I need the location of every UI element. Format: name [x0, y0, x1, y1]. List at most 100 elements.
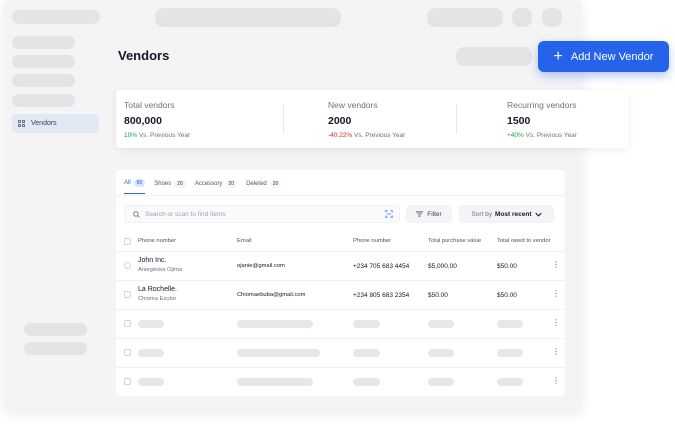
vendor-name: La Rochelle. — [138, 286, 177, 293]
page-title: Vendors — [118, 48, 170, 63]
row-checkbox[interactable] — [124, 349, 131, 356]
search-icon — [133, 210, 140, 218]
vendor-phone: +234 805 683 2354 — [353, 292, 410, 299]
tab-deleted[interactable]: Deleted 20 — [246, 179, 282, 194]
search-input[interactable]: Search or scan to find items — [124, 205, 400, 223]
sidebar-item-placeholder[interactable] — [12, 94, 75, 107]
stat-label: New vendors — [328, 100, 378, 110]
top-search-placeholder[interactable] — [155, 8, 341, 27]
skeleton-bar — [353, 349, 380, 357]
skeleton-bar — [353, 320, 380, 328]
skeleton-bar — [428, 320, 454, 328]
sort-value: Most recent — [495, 210, 532, 218]
row-checkbox[interactable] — [124, 378, 131, 385]
count-badge: 20 — [225, 179, 238, 188]
skeleton-bar — [353, 378, 380, 386]
tab-accessory[interactable]: Accessory 20 — [195, 179, 238, 194]
row-checkbox[interactable] — [124, 291, 131, 298]
row-checkbox[interactable] — [124, 320, 131, 327]
search-placeholder: Search or scan to find items — [145, 210, 226, 218]
column-header[interactable]: Email — [237, 238, 252, 244]
vendor-name: John Inc. — [138, 257, 167, 264]
stat-recurring-vendors: Recurring vendors 1500 +40% Vs. Previous… — [507, 100, 577, 139]
sidebar: Vendors — [4, 0, 105, 366]
add-vendor-label: Add New Vendor — [570, 50, 654, 63]
divider — [456, 104, 457, 134]
table-row-placeholder[interactable]: ⋮ — [116, 368, 565, 396]
column-header[interactable]: Total purchase value — [428, 238, 481, 244]
sidebar-item-placeholder[interactable] — [12, 55, 75, 68]
stat-label: Recurring vendors — [507, 100, 577, 110]
add-vendor-button[interactable]: + Add New Vendor — [538, 41, 669, 72]
tab-shoes[interactable]: Shoes 20 — [154, 179, 186, 194]
skeleton-bar — [428, 349, 454, 357]
row-checkbox[interactable] — [124, 262, 131, 269]
sort-label: Sort by — [471, 210, 493, 218]
sidebar-item-placeholder[interactable] — [12, 74, 75, 87]
plus-icon: + — [553, 47, 563, 65]
table-row-placeholder[interactable]: ⋮ — [116, 339, 565, 368]
skeleton-bar — [138, 378, 164, 386]
owed-value: $50.00 — [497, 292, 517, 299]
scan-icon[interactable] — [385, 210, 393, 218]
filter-icon — [416, 211, 424, 217]
stat-total-vendors: Total vendors 800,000 10% Vs. Previous Y… — [124, 100, 190, 139]
more-icon[interactable]: ⋮ — [552, 319, 560, 327]
purchase-value: $50.00 — [428, 292, 448, 299]
more-icon[interactable]: ⋮ — [552, 348, 560, 356]
column-header[interactable]: Phone number — [138, 238, 176, 244]
more-icon[interactable]: ⋮ — [552, 261, 560, 269]
top-action-placeholder[interactable] — [427, 8, 503, 27]
sidebar-item-placeholder[interactable] — [12, 36, 75, 49]
sort-dropdown[interactable]: Sort by Most recent — [459, 205, 554, 223]
count-badge: 20 — [269, 179, 282, 188]
more-icon[interactable]: ⋮ — [552, 377, 560, 385]
count-badge: 20 — [174, 179, 186, 188]
stat-new-vendors: New vendors 2000 -40.22% Vs. Previous Ye… — [328, 100, 405, 139]
sidebar-footer-placeholder[interactable] — [24, 342, 87, 355]
column-header[interactable]: Total owed to vendor — [497, 238, 551, 244]
chevron-down-icon — [534, 212, 542, 217]
select-all-checkbox[interactable] — [124, 238, 131, 245]
skeleton-bar — [428, 378, 454, 386]
divider — [283, 104, 284, 134]
table-row[interactable]: La Rochelle. Chioma Ezubo Chiomaebuba@gm… — [116, 281, 565, 310]
column-header[interactable]: Phone number — [353, 238, 391, 244]
vendor-phone: +234 705 683 4454 — [353, 263, 410, 270]
stat-change: 10% Vs. Previous Year — [124, 132, 191, 139]
stat-change: -40.22% Vs. Previous Year — [328, 132, 406, 139]
vendor-email: ojanie@gmail.com — [237, 263, 285, 269]
purchase-value: $5,000.00 — [428, 263, 457, 270]
table-row-placeholder[interactable]: ⋮ — [116, 310, 565, 339]
filter-label: Filter — [427, 210, 442, 218]
tab-all[interactable]: All 80 — [124, 179, 146, 194]
stat-value: 1500 — [507, 115, 531, 127]
filter-button[interactable]: Filter — [406, 205, 452, 223]
table-header: Phone number Email Phone number Total pu… — [116, 232, 565, 252]
skeleton-bar — [138, 349, 164, 357]
grid-icon — [18, 120, 25, 127]
count-badge: 80 — [133, 179, 146, 187]
top-icon-placeholder[interactable] — [512, 8, 532, 27]
vendor-email: Chiomaebuba@gmail.com — [237, 292, 306, 298]
skeleton-bar — [497, 378, 523, 386]
skeleton-bar — [497, 320, 523, 328]
stat-label: Total vendors — [124, 100, 175, 110]
top-icon-placeholder[interactable] — [542, 8, 562, 27]
skeleton-bar — [237, 378, 313, 386]
sidebar-item-vendors[interactable]: Vendors — [12, 114, 99, 133]
table-row[interactable]: John Inc. Aniegéoka Ojima ojanie@gmail.c… — [116, 252, 565, 281]
stat-value: 2000 — [328, 115, 352, 127]
header-action-placeholder[interactable] — [456, 47, 532, 66]
top-bar — [105, 0, 582, 34]
stats-card: Total vendors 800,000 10% Vs. Previous Y… — [116, 90, 628, 148]
divider — [116, 195, 565, 196]
tab-bar: All 80 Shoes 20 Accessory 20 Deleted 20 — [124, 179, 282, 194]
stat-change: +40% Vs. Previous Year — [507, 132, 577, 139]
stat-value: 800,000 — [124, 115, 162, 127]
vendors-table-card: All 80 Shoes 20 Accessory 20 Deleted 20 Sear… — [116, 170, 565, 396]
sidebar-logo-placeholder — [12, 10, 100, 24]
owed-value: $50.00 — [497, 263, 517, 270]
more-icon[interactable]: ⋮ — [552, 290, 560, 298]
sidebar-footer-placeholder[interactable] — [24, 323, 87, 336]
